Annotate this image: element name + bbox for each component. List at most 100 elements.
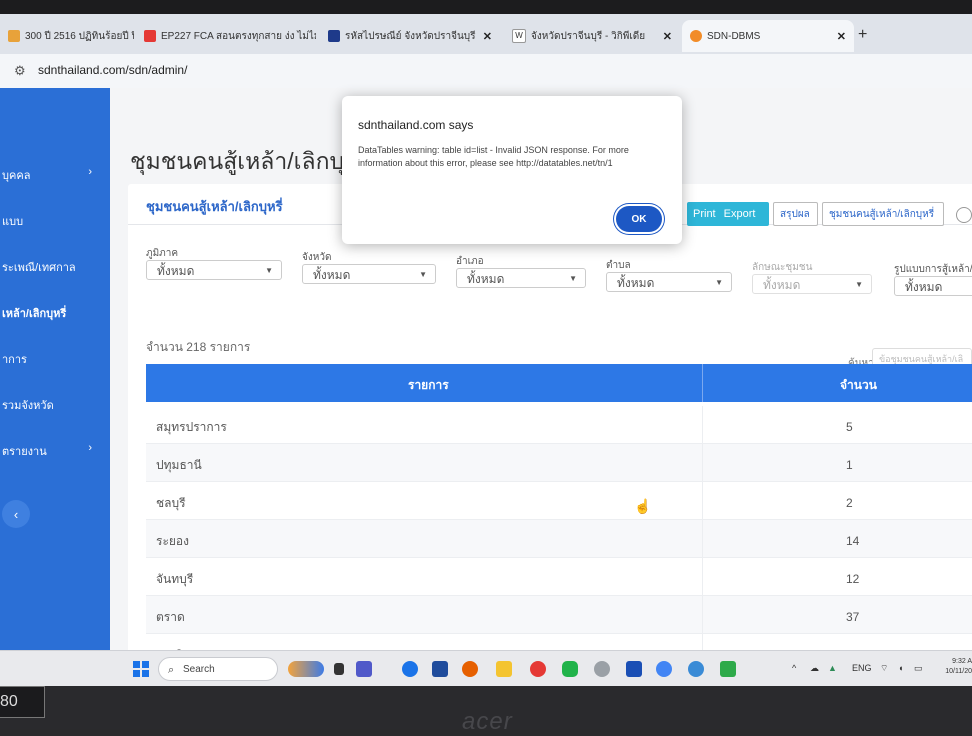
cloud-icon[interactable]: ☁ [810, 663, 819, 674]
filter-label-community-type: ลักษณะชุมชน [752, 262, 813, 273]
table-row[interactable]: สมุทรปราการ 5 [146, 406, 972, 444]
table-row[interactable]: ชลบุรี 2 [146, 482, 972, 520]
sidebar-item-label: าการ [2, 354, 27, 366]
cell-count: 37 [846, 610, 860, 624]
acer-logo: acer [462, 708, 513, 735]
tray-chevron-icon[interactable]: ^ [792, 663, 796, 673]
volume-icon[interactable]: ◖ [898, 663, 903, 673]
caret-down-icon: ▼ [419, 270, 427, 279]
table-row[interactable]: จันทบุรี 12 [146, 558, 972, 596]
region-select[interactable]: ทั้งหมด ▼ [146, 260, 282, 280]
widgets-icon[interactable] [288, 661, 324, 677]
windows-start-icon[interactable] [133, 661, 149, 677]
cell-province: จันทบุรี [156, 572, 194, 586]
table-row[interactable]: ปทุมธานี 1 [146, 444, 972, 482]
url-field[interactable]: sdnthailand.com/sdn/admin/ [38, 63, 187, 77]
select-value: ทั้งหมด [467, 272, 505, 286]
table-row[interactable]: ระยอง 14 [146, 520, 972, 558]
export-button[interactable]: Export [724, 208, 756, 220]
calendar-favicon-icon [8, 30, 20, 42]
taskbar-clock[interactable]: 9:32 A 10/11/20 [935, 657, 972, 677]
province-select[interactable]: ทั้งหมด ▼ [302, 264, 436, 284]
column-divider [702, 406, 703, 443]
column-divider [702, 520, 703, 557]
cell-province: ปทุมธานี [156, 458, 202, 472]
store-icon[interactable] [432, 661, 448, 677]
admin-sidebar: บุคคล › แบบ ระเพณี/เทศกาล เหล้า/เลิกบุหร… [0, 88, 110, 686]
chrome-alt-icon[interactable] [656, 661, 672, 677]
wifi-icon[interactable]: ⌔ [880, 663, 888, 674]
screen: 300 ปี 2516 ปฏิทินร้อยปี ปี... ✕ EP227 F… [0, 14, 972, 686]
bluebird-icon[interactable] [688, 661, 704, 677]
subdistrict-select[interactable]: ทั้งหมด ▼ [606, 272, 732, 292]
tab-label: 300 ปี 2516 ปฏิทินร้อยปี ปี... [25, 30, 134, 42]
new-tab-button[interactable]: + [858, 26, 867, 44]
sidebar-item-reports[interactable]: ตรายงาน › [0, 442, 110, 460]
drive-icon[interactable]: ▲ [828, 663, 837, 673]
chrome-icon[interactable] [402, 661, 418, 677]
browser-tab-sdn-dbms[interactable]: SDN-DBMS ✕ [682, 20, 854, 52]
tab-close-icon[interactable]: ✕ [483, 30, 492, 43]
green-app-icon[interactable] [720, 661, 736, 677]
column-divider [702, 596, 703, 633]
teams-icon[interactable] [356, 661, 372, 677]
sidebar-item-list[interactable]: าการ [0, 350, 110, 368]
dropbox-icon[interactable] [626, 661, 642, 677]
filter-label-subdistrict: ตำบล [606, 260, 631, 271]
sidebar-item-label: รวมจังหวัด [2, 400, 54, 412]
chevron-right-icon: › [88, 442, 92, 454]
battery-icon[interactable]: ▭ [914, 663, 923, 674]
tab-label: EP227 FCA สอนตรงทุกสาย ง่ง ไม่ไม่... [161, 30, 316, 42]
sidebar-collapse-button[interactable]: ‹ [2, 500, 30, 528]
tab-close-icon[interactable]: ✕ [663, 30, 672, 43]
wikipedia-favicon-icon: W [512, 29, 526, 43]
caret-down-icon: ▼ [569, 274, 577, 283]
column-header-count[interactable]: จำนวน [840, 376, 877, 395]
toggle-radio[interactable] [956, 207, 972, 223]
column-header-name[interactable]: รายการ [408, 376, 449, 395]
table-header: รายการ จำนวน [146, 364, 972, 402]
task-view-icon[interactable] [334, 663, 344, 675]
print-button[interactable]: Print [693, 208, 716, 220]
district-select[interactable]: ทั้งหมด ▼ [456, 268, 586, 288]
filter-label-district: อำเภอ [456, 256, 484, 267]
pinwheel-icon[interactable] [594, 661, 610, 677]
sidebar-item-festival[interactable]: ระเพณี/เทศกาล [0, 258, 110, 276]
table-row[interactable]: ตราด 37 [146, 596, 972, 634]
sidebar-item-form[interactable]: แบบ [0, 212, 110, 230]
browser-tab-calendar[interactable]: 300 ปี 2516 ปฏิทินร้อยปี ปี... ✕ [0, 20, 134, 52]
taskbar-search[interactable]: ⌕ Search [158, 657, 278, 681]
sidebar-item-provinces[interactable]: รวมจังหวัด [0, 396, 110, 414]
sidebar-item-label: แบบ [2, 216, 24, 228]
clock-time: 9:32 A [952, 658, 972, 665]
format-select[interactable]: ทั้งหมด [894, 276, 972, 296]
select-value: ทั้งหมด [905, 280, 943, 294]
category-button[interactable]: ชุมชนคนสู้เหล้า/เลิกบุหรี่ [822, 202, 944, 226]
community-type-select[interactable]: ทั้งหมด ▼ [752, 274, 872, 294]
tab-label: จังหวัดปราจีนบุรี - วิกิพีเดีย [531, 30, 646, 42]
cell-province: ระยอง [156, 534, 189, 548]
tab-close-icon[interactable]: ✕ [837, 30, 846, 43]
sdn-favicon-icon [690, 30, 702, 42]
summary-button[interactable]: สรุปผล [773, 202, 818, 226]
cell-count: 12 [846, 572, 860, 586]
sidebar-item-alcohol-smoking[interactable]: เหล้า/เลิกบุหรี่ [0, 304, 110, 322]
cell-count: 2 [846, 496, 853, 510]
sidebar-item-label: ระเพณี/เทศกาล [2, 262, 76, 274]
browser-tab-wikipedia[interactable]: W จังหวัดปราจีนบุรี - วิกิพีเดีย ✕ [504, 20, 680, 52]
browser-tab-youtube[interactable]: EP227 FCA สอนตรงทุกสาย ง่ง ไม่ไม่... ✕ [136, 20, 316, 52]
browser-tab-postcode[interactable]: รหัสไปรษณีย์ จังหวัดปราจีนบุรี ✕ [320, 20, 500, 52]
cell-count: 5 [846, 420, 853, 434]
language-indicator[interactable]: ENG [852, 663, 872, 673]
column-divider [702, 558, 703, 595]
site-info-icon[interactable]: ⚙ [14, 63, 26, 79]
sidebar-item-person[interactable]: บุคคล › [0, 166, 110, 184]
line-icon[interactable] [562, 661, 578, 677]
ok-button[interactable]: OK [616, 206, 662, 232]
chrome-color-icon[interactable] [530, 661, 546, 677]
select-value: ทั้งหมด [763, 278, 801, 292]
print-export-buttons: Print Export [687, 202, 769, 226]
folder-icon[interactable] [496, 661, 512, 677]
column-divider [702, 364, 703, 402]
firefox-icon[interactable] [462, 661, 478, 677]
